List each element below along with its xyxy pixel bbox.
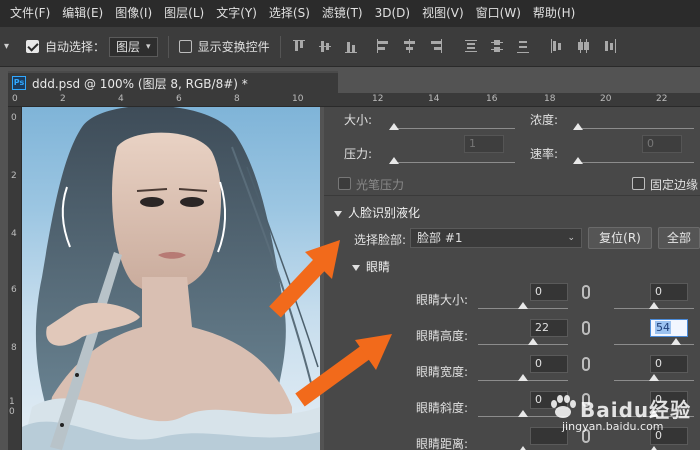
orange-arrow-2 bbox=[295, 334, 392, 407]
annotation-arrows bbox=[269, 240, 392, 407]
paw-logo-icon bbox=[551, 395, 576, 418]
baidu-jingyan-watermark: Baidu经验 jingyan.baidu.com bbox=[548, 388, 698, 448]
orange-arrow-1 bbox=[269, 240, 340, 318]
watermark-title: Baidu经验 bbox=[580, 398, 692, 422]
watermark-url: jingyan.baidu.com bbox=[562, 420, 664, 433]
